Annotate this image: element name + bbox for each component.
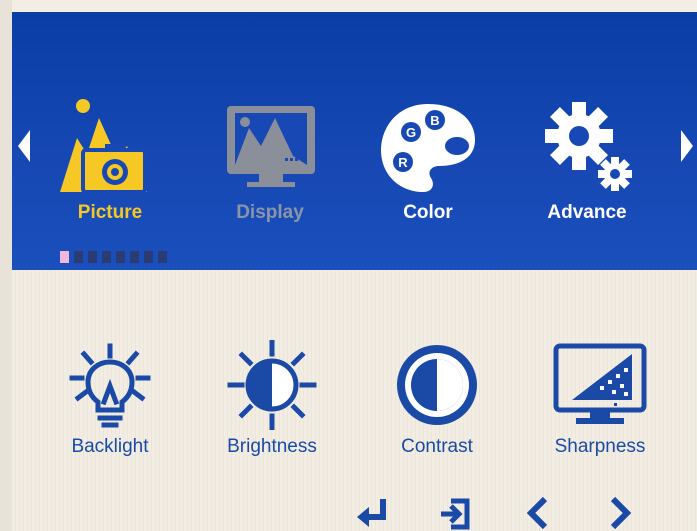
category-label: Display (236, 202, 304, 223)
category-color[interactable]: G B R Color (368, 98, 488, 228)
exit-icon[interactable] (437, 495, 473, 531)
advance-gear-icon (545, 102, 632, 191)
category-display: Display (210, 98, 330, 228)
category-next-arrow-icon[interactable] (681, 130, 693, 162)
contrast-icon (397, 345, 477, 425)
osd-screen: Picture Display G B R Color Advance Back… (0, 0, 697, 531)
category-picture[interactable]: Picture (50, 98, 170, 228)
page-dot-1 (60, 251, 69, 263)
palette-letter-g: G (406, 125, 416, 140)
palette-letter-r: R (398, 155, 408, 170)
backlight-bulb-icon (69, 343, 151, 428)
palette-letter-b: B (430, 113, 439, 128)
brightness-sun-icon (227, 340, 317, 430)
key-hints (355, 495, 655, 531)
item-label: Brightness (227, 436, 317, 457)
category-label: Picture (77, 202, 143, 223)
page-indicator (60, 251, 167, 263)
item-label: Sharpness (554, 436, 646, 457)
category-prev-arrow-icon[interactable] (18, 130, 30, 162)
chevron-left-icon[interactable] (523, 495, 553, 531)
top-bezel (12, 0, 697, 12)
item-label: Backlight (71, 436, 149, 457)
chevron-right-icon[interactable] (605, 495, 635, 531)
page-dot-2 (74, 251, 83, 263)
page-dot-6 (130, 251, 139, 263)
category-label: Advance (547, 202, 627, 223)
item-brightness[interactable]: Brightness (212, 340, 332, 458)
picture-icon (60, 99, 147, 194)
page-dot-7 (144, 251, 153, 263)
display-icon (227, 106, 315, 187)
item-label: Contrast (401, 436, 473, 457)
sharpness-monitor-icon (553, 343, 647, 424)
category-advance[interactable]: Advance (527, 98, 647, 228)
color-palette-icon: G B R (381, 104, 475, 192)
page-dot-3 (88, 251, 97, 263)
left-bezel (0, 0, 12, 531)
item-sharpness[interactable]: Sharpness (540, 340, 660, 458)
category-label: Color (403, 202, 453, 223)
page-dot-5 (116, 251, 125, 263)
item-contrast[interactable]: Contrast (377, 340, 497, 458)
page-dot-8 (158, 251, 167, 263)
enter-icon[interactable] (355, 495, 391, 531)
page-dot-4 (102, 251, 111, 263)
item-backlight[interactable]: Backlight (50, 340, 170, 458)
